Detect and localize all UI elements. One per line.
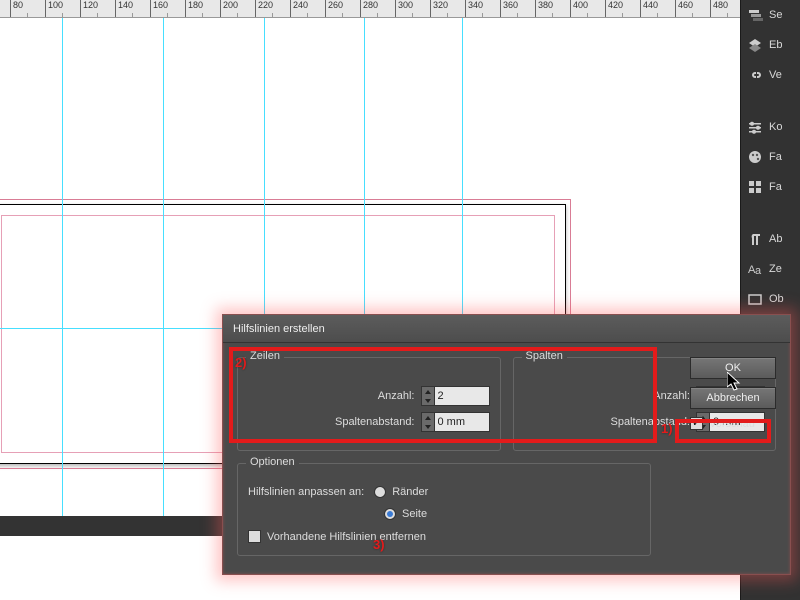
rows-count-label: Anzahl: — [378, 390, 415, 402]
panel-palette[interactable]: Fa — [741, 142, 800, 172]
ruler-tick: 400 — [570, 0, 588, 17]
panel-label: Fa — [769, 151, 782, 163]
horizontal-ruler: 80 100 120 140 160 180 200 220 240 260 280 300 320 34… — [0, 0, 740, 18]
ruler-tick-minor — [237, 13, 240, 18]
dialog-title: Hilfslinien erstellen — [233, 323, 325, 335]
ruler-tick: 420 — [605, 0, 623, 17]
rows-gutter-input[interactable] — [435, 412, 490, 432]
ruler-tick-minor — [657, 13, 660, 18]
svg-text:a: a — [755, 265, 762, 277]
panel-label: Ab — [769, 233, 782, 245]
ruler-tick-minor — [727, 13, 730, 18]
panel-label: Ob — [769, 293, 784, 305]
layers-icon — [747, 7, 763, 23]
fit-guides-label: Hilfslinien anpassen an: — [248, 486, 364, 498]
ruler-tick: 360 — [500, 0, 518, 17]
fit-margins-radio[interactable]: Ränder — [374, 486, 428, 498]
cols-gutter-label: Spaltenabstand: — [610, 416, 690, 428]
ruler-tick: 160 — [150, 0, 168, 17]
panel-label: Fa — [769, 181, 782, 193]
ruler-tick-minor — [167, 13, 170, 18]
ruler-tick: 280 — [360, 0, 378, 17]
ruler-tick-minor — [412, 13, 415, 18]
ruler-tick: 120 — [80, 0, 98, 17]
ruler-tick-minor — [517, 13, 520, 18]
ruler-tick: 140 — [115, 0, 133, 17]
fit-page-radio[interactable]: Seite — [384, 508, 427, 520]
panel-object[interactable]: Ob — [741, 284, 800, 314]
ruler-tick: 300 — [395, 0, 413, 17]
ruler-tick: 240 — [290, 0, 308, 17]
preview-checkbox[interactable]: Vorschau — [690, 417, 776, 430]
rows-gutter-stepper[interactable] — [421, 412, 490, 432]
options-legend: Optionen — [246, 456, 299, 468]
rows-count-input[interactable] — [435, 386, 490, 406]
rows-group: Zeilen Anzahl: Spaltenabstand: — [237, 357, 501, 451]
ruler-tick: 260 — [325, 0, 343, 17]
ruler-tick-minor — [27, 13, 30, 18]
ruler-tick: 80 — [10, 0, 23, 17]
panel-stack[interactable]: Eb — [741, 30, 800, 60]
create-guides-dialog: Hilfslinien erstellen Zeilen Anzahl: Spa… — [222, 314, 791, 575]
options-group: Optionen Hilfslinien anpassen an: Ränder… — [237, 463, 651, 556]
cols-count-label: Anzahl: — [653, 390, 690, 402]
ruler-tick: 480 — [710, 0, 728, 17]
rows-count-stepper[interactable] — [421, 386, 490, 406]
ruler-tick: 100 — [45, 0, 63, 17]
ruler-tick-minor — [447, 13, 450, 18]
ruler-tick-minor — [307, 13, 310, 18]
ruler-tick: 180 — [185, 0, 203, 17]
panel-label: Ze — [769, 263, 782, 275]
dialog-titlebar[interactable]: Hilfslinien erstellen — [223, 315, 790, 343]
panel-label: Ve — [769, 69, 782, 81]
panel-label: Se — [769, 9, 782, 21]
ruler-tick-minor — [97, 13, 100, 18]
ruler-tick: 440 — [640, 0, 658, 17]
ruler-tick-minor — [342, 13, 345, 18]
ruler-tick-minor — [552, 13, 555, 18]
palette-icon — [747, 149, 763, 165]
rows-gutter-label: Spaltenabstand: — [335, 416, 415, 428]
ruler-tick: 220 — [255, 0, 273, 17]
ruler-tick: 320 — [430, 0, 448, 17]
sliders-icon — [747, 119, 763, 135]
ok-button[interactable]: OK — [690, 357, 776, 379]
ruler-tick-minor — [62, 13, 65, 18]
stack-icon — [747, 37, 763, 53]
object-icon — [747, 291, 763, 307]
panel-link[interactable]: Ve — [741, 60, 800, 90]
ruler-tick-minor — [622, 13, 625, 18]
ruler-tick-minor — [377, 13, 380, 18]
grid-icon — [747, 179, 763, 195]
ruler-tick-minor — [587, 13, 590, 18]
panel-layers[interactable]: Se — [741, 0, 800, 30]
panel-paragraph[interactable]: Ab — [741, 224, 800, 254]
panel-char[interactable]: Aa Ze — [741, 254, 800, 284]
paragraph-icon — [747, 231, 763, 247]
ruler-tick-minor — [692, 13, 695, 18]
columns-legend: Spalten — [522, 350, 567, 362]
rows-legend: Zeilen — [246, 350, 284, 362]
panel-sliders[interactable]: Ko — [741, 112, 800, 142]
ruler-tick: 380 — [535, 0, 553, 17]
remove-existing-checkbox[interactable]: Vorhandene Hilfslinien entfernen — [248, 530, 640, 543]
panel-label: Eb — [769, 39, 782, 51]
char-icon: Aa — [747, 261, 763, 277]
ruler-tick: 340 — [465, 0, 483, 17]
ruler-tick: 460 — [675, 0, 693, 17]
ruler-tick-minor — [202, 13, 205, 18]
ruler-tick-minor — [482, 13, 485, 18]
panel-grid[interactable]: Fa — [741, 172, 800, 202]
panel-label: Ko — [769, 121, 782, 133]
cancel-button[interactable]: Abbrechen — [690, 387, 776, 409]
ruler-tick-minor — [132, 13, 135, 18]
ruler-tick-minor — [272, 13, 275, 18]
link-icon — [747, 67, 763, 83]
ruler-tick: 200 — [220, 0, 238, 17]
